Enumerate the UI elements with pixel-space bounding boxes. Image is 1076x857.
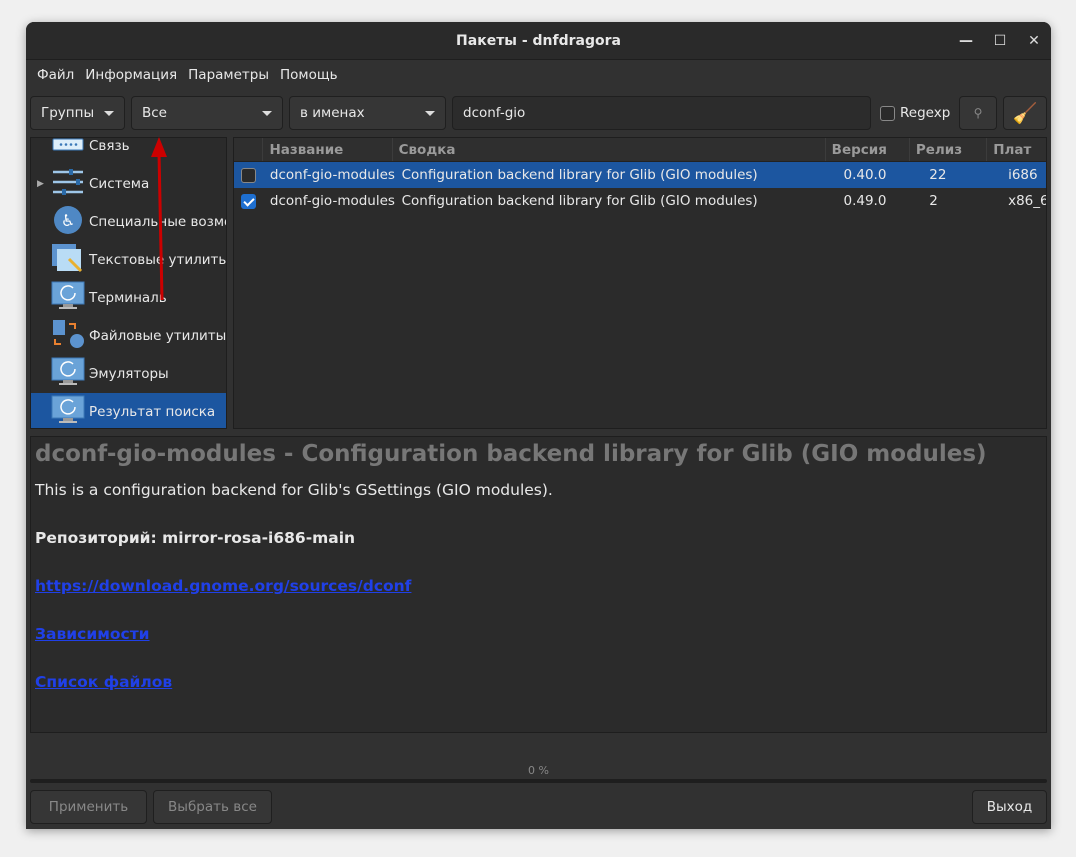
regexp-checkbox[interactable]: Regexp: [880, 105, 950, 121]
file-transfer-icon: [31, 319, 89, 353]
chevron-down-icon: [262, 111, 272, 116]
homepage-link[interactable]: https://download.gnome.org/sources/dconf: [35, 577, 1042, 595]
regexp-check-box[interactable]: [880, 105, 895, 121]
select-all-button[interactable]: Выбрать все: [153, 790, 272, 824]
groups-combo-value: Группы: [41, 105, 95, 121]
file-list-link[interactable]: Список файлов: [35, 673, 1042, 691]
dependencies-link[interactable]: Зависимости: [35, 625, 1042, 643]
cell-release: 2: [929, 193, 938, 209]
header-version[interactable]: Версия: [826, 138, 910, 161]
header-name[interactable]: Название: [263, 138, 393, 161]
group-item[interactable]: Связь: [31, 138, 226, 165]
progress-track: [30, 779, 1047, 783]
group-label: Результат поиска: [89, 404, 216, 420]
quit-button[interactable]: Выход: [972, 790, 1047, 824]
group-label: Связь: [89, 138, 130, 154]
expand-arrow-icon[interactable]: ▶: [37, 179, 44, 189]
row-checkbox[interactable]: [241, 193, 257, 209]
apply-button[interactable]: Применить: [30, 790, 147, 824]
monitor-icon: [31, 395, 89, 428]
header-arch[interactable]: Плат: [987, 138, 1046, 161]
close-icon[interactable]: ✕: [1017, 22, 1051, 60]
header-summary[interactable]: Сводка: [393, 138, 826, 161]
table-row[interactable]: dconf-gio-modules Configuration backend l…: [234, 188, 1046, 214]
group-item[interactable]: Результат поиска: [31, 393, 226, 428]
menu-file[interactable]: Файл: [32, 67, 80, 83]
chevron-down-icon: [104, 111, 114, 116]
groups-combo[interactable]: Группы: [30, 96, 125, 130]
menu-help[interactable]: Помощь: [275, 67, 344, 83]
progress-label: 0 %: [528, 764, 549, 777]
cell-summary: Configuration backend library for Glib (…: [401, 167, 758, 183]
package-details: dconf-gio-modules - Configuration backen…: [30, 436, 1047, 733]
search-in-combo-value: в именах: [300, 105, 365, 121]
search-input-value: dconf-gio: [463, 105, 526, 121]
menu-options[interactable]: Параметры: [183, 67, 275, 83]
app-window: Пакеты - dnfdragora — ☐ ✕ Файл Информаци…: [26, 22, 1051, 829]
details-repository: Репозиторий: mirror-rosa-i686-main: [35, 529, 356, 547]
groups-tree[interactable]: Связь ▶ Система ♿Специальные возможностиТек…: [30, 137, 227, 429]
text-editor-icon: [31, 243, 89, 277]
window-title: Пакеты - dnfdragora: [456, 32, 621, 49]
cell-version: 0.49.0: [843, 193, 887, 209]
group-item[interactable]: ♿Специальные возможности: [31, 203, 226, 241]
progress-bar: 0 %: [30, 764, 1047, 783]
monitor-icon: [31, 357, 89, 391]
packages-table: Название Сводка Версия Релиз Плат dconf-…: [233, 137, 1047, 429]
broom-icon: 🧹: [1012, 101, 1038, 125]
cell-version: 0.40.0: [843, 167, 887, 183]
search-icon: ⚲: [973, 106, 983, 120]
cell-name: dconf-gio-modules: [269, 193, 395, 209]
svg-text:♿: ♿: [61, 211, 75, 230]
clear-button[interactable]: 🧹: [1003, 96, 1047, 130]
table-row[interactable]: dconf-gio-modules Configuration backend l…: [234, 162, 1046, 188]
search-input[interactable]: dconf-gio: [452, 96, 871, 130]
search-in-combo[interactable]: в именах: [289, 96, 446, 130]
title-bar: Пакеты - dnfdragora — ☐ ✕: [26, 22, 1051, 60]
search-button[interactable]: ⚲: [959, 96, 997, 130]
group-label: Файловые утилиты: [89, 328, 227, 344]
table-header: Название Сводка Версия Релиз Плат: [234, 138, 1046, 162]
filter-combo[interactable]: Все: [131, 96, 283, 130]
cell-arch: i686: [1008, 167, 1038, 183]
filter-combo-value: Все: [142, 105, 167, 121]
toolbar: Группы Все в именах dconf-gio Regexp ⚲ 🧹: [30, 96, 1047, 130]
group-label: Система: [89, 176, 150, 192]
details-description: This is a configuration backend for Glib…: [35, 481, 553, 499]
menu-bar: Файл Информация Параметры Помощь: [26, 60, 1051, 90]
minimize-icon[interactable]: —: [949, 22, 983, 60]
group-item[interactable]: Эмуляторы: [31, 355, 226, 393]
group-item[interactable]: Текстовые утилиты: [31, 241, 226, 279]
group-label: Эмуляторы: [89, 366, 169, 382]
regexp-label: Regexp: [900, 105, 951, 121]
cell-summary: Configuration backend library for Glib (…: [401, 193, 758, 209]
chevron-down-icon: [425, 111, 435, 116]
network-icon: [31, 138, 89, 163]
group-item[interactable]: Терминаль: [31, 279, 226, 317]
group-item[interactable]: ▶ Система: [31, 165, 226, 203]
annotation-arrow: [151, 137, 167, 301]
header-check[interactable]: [234, 138, 264, 161]
menu-info[interactable]: Информация: [80, 67, 183, 83]
monitor-icon: [31, 281, 89, 315]
row-checkbox[interactable]: [241, 167, 257, 183]
maximize-icon[interactable]: ☐: [983, 22, 1017, 60]
cell-name: dconf-gio-modules: [269, 167, 395, 183]
accessibility-icon: ♿: [31, 205, 89, 239]
header-release[interactable]: Релиз: [910, 138, 988, 161]
cell-arch: x86_64: [1008, 193, 1046, 209]
cell-release: 22: [929, 167, 947, 183]
group-item[interactable]: Файловые утилиты: [31, 317, 226, 355]
details-title: dconf-gio-modules - Configuration backen…: [35, 441, 987, 467]
